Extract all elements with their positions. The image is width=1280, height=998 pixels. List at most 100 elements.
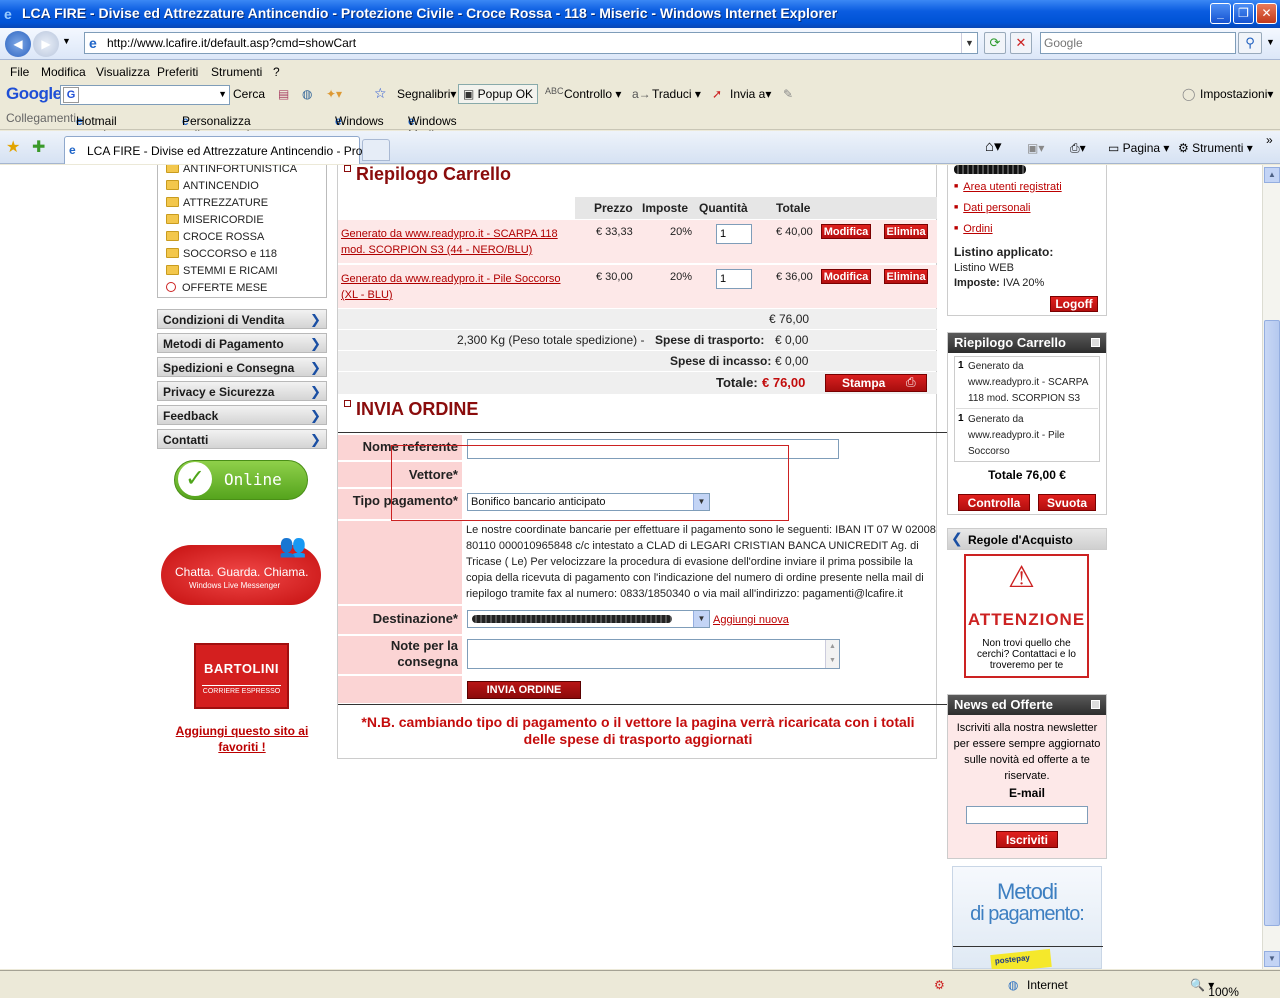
postepay-card: postepay bbox=[990, 948, 1052, 969]
url-dropdown-icon[interactable]: ▼ bbox=[961, 33, 977, 53]
news-icon[interactable]: ▤ bbox=[278, 87, 289, 101]
elimina-button[interactable]: Elimina bbox=[884, 224, 928, 239]
nav-privacy[interactable]: Privacy e Sicurezza ❯ bbox=[157, 381, 327, 401]
impostazioni-button[interactable]: Impostazioni▾ bbox=[1200, 87, 1273, 101]
url-field[interactable]: e ▼ bbox=[84, 32, 978, 54]
nav-spedizioni[interactable]: Spedizioni e Consegna ❯ bbox=[157, 357, 327, 377]
search-input[interactable] bbox=[1044, 34, 1234, 52]
pagina-button[interactable]: ▭ Pagina ▾ bbox=[1108, 141, 1169, 155]
minimize-button[interactable]: _ bbox=[1210, 3, 1231, 24]
star-icon[interactable]: ☆ bbox=[374, 85, 387, 102]
vertical-scrollbar[interactable]: ▲ ▼ bbox=[1262, 165, 1280, 969]
strumenti-button[interactable]: ⚙ Strumenti ▾ bbox=[1178, 141, 1253, 155]
category-item[interactable]: ATTREZZATURE bbox=[166, 197, 268, 209]
globe-icon[interactable]: ◍ bbox=[302, 87, 312, 101]
url-input[interactable] bbox=[107, 35, 947, 51]
category-item[interactable]: SOCCORSO e 118 bbox=[166, 248, 277, 260]
svuota-button[interactable]: Svuota bbox=[1038, 494, 1096, 511]
bartolini-logo[interactable]: BARTOLINI CORRIERE ESPRESSO bbox=[194, 643, 289, 709]
messenger-badge[interactable]: Chatta. Guarda. Chiama. Windows Live Mes… bbox=[161, 533, 323, 613]
aggiungi-nuova-link[interactable]: Aggiungi nuova bbox=[713, 614, 789, 626]
category-item[interactable]: ANTINCENDIO bbox=[166, 180, 259, 192]
segnalibri-button[interactable]: Segnalibri▾ bbox=[397, 87, 456, 101]
maximize-button[interactable]: ❐ bbox=[1233, 3, 1254, 24]
search-icon[interactable]: ⚲ bbox=[1238, 32, 1262, 54]
popup-ok-button[interactable]: ▣ Popup OK bbox=[458, 84, 539, 104]
tab-current[interactable]: e LCA FIRE - Divise ed Attrezzature Anti… bbox=[64, 136, 382, 164]
history-dropdown-icon[interactable]: ▼ bbox=[62, 36, 71, 46]
google-search-combo[interactable]: G ▼ bbox=[60, 85, 230, 105]
back-button[interactable]: ◀ bbox=[5, 31, 31, 57]
add-favorites-link[interactable]: Aggiungi questo sito ai favoriti ! bbox=[167, 723, 317, 755]
search-box[interactable] bbox=[1040, 32, 1236, 54]
attenzione-box[interactable]: ⚠ ATTENZIONE Non trovi quello che cerchi… bbox=[964, 554, 1089, 678]
controlla-button[interactable]: Controlla bbox=[958, 494, 1030, 511]
invia-ordine-button[interactable]: INVIA ORDINE bbox=[467, 681, 581, 699]
regole-header[interactable]: ❮ Regole d'Acquisto bbox=[947, 528, 1107, 550]
new-tab-button[interactable] bbox=[362, 139, 390, 161]
quantity-input[interactable] bbox=[716, 269, 752, 289]
combo-dropdown-icon[interactable]: ▼ bbox=[218, 89, 227, 99]
print-icon[interactable]: ⎙▾ bbox=[1070, 141, 1086, 156]
ordini-link[interactable]: Ordini bbox=[954, 223, 992, 235]
collapse-icon[interactable] bbox=[1091, 700, 1100, 709]
menu-file[interactable]: File bbox=[10, 65, 29, 79]
modifica-button[interactable]: Modifica bbox=[821, 269, 871, 284]
category-item[interactable]: CROCE ROSSA bbox=[166, 231, 264, 243]
scroll-thumb[interactable] bbox=[1264, 320, 1280, 926]
category-item[interactable]: ANTINFORTUNISTICA bbox=[166, 165, 297, 175]
chevron-icon[interactable]: » bbox=[1266, 133, 1273, 147]
controllo-button[interactable]: Controllo ▾ bbox=[564, 87, 621, 101]
elimina-button[interactable]: Elimina bbox=[884, 269, 928, 284]
note-consegna-textarea[interactable]: ▲ ▼ bbox=[467, 639, 840, 669]
category-item[interactable]: STEMMI E RICAMI bbox=[166, 265, 278, 277]
menu-strumenti[interactable]: Strumenti bbox=[211, 65, 262, 79]
online-badge[interactable]: ✓ Online bbox=[174, 460, 310, 510]
iscriviti-button[interactable]: Iscriviti bbox=[996, 831, 1058, 848]
zoom-control[interactable]: 🔍 100% ▾ bbox=[1190, 978, 1239, 998]
stop-button[interactable]: ✕ bbox=[1010, 32, 1032, 54]
product-link[interactable]: Generato da www.readypro.it - Pile Socco… bbox=[341, 271, 571, 303]
close-button[interactable]: ✕ bbox=[1256, 3, 1277, 24]
pencil-icon[interactable]: ✎ bbox=[783, 87, 793, 101]
menu-help[interactable]: ? bbox=[273, 65, 280, 79]
scroll-down-icon[interactable]: ▼ bbox=[1264, 951, 1280, 967]
dati-personali-link[interactable]: Dati personali bbox=[954, 202, 1030, 214]
spellcheck-icon: ABC bbox=[545, 86, 564, 96]
menu-visualizza[interactable]: Visualizza bbox=[96, 65, 150, 79]
category-item[interactable]: OFFERTE MESE bbox=[166, 282, 267, 294]
refresh-button[interactable]: ⟳ bbox=[984, 32, 1006, 54]
menu-modifica[interactable]: Modifica bbox=[41, 65, 86, 79]
product-link[interactable]: Generato da www.readypro.it - SCARPA 118… bbox=[341, 226, 571, 258]
search-options-icon[interactable]: ▼ bbox=[1266, 37, 1275, 47]
privacy-icon[interactable]: ⚙ bbox=[934, 978, 945, 992]
collapse-icon[interactable] bbox=[1091, 338, 1100, 347]
area-utenti-link[interactable]: Area utenti registrati bbox=[954, 181, 1061, 193]
textarea-scrollbar[interactable]: ▲ ▼ bbox=[825, 640, 839, 668]
forward-button[interactable]: ▶ bbox=[33, 31, 59, 57]
quantity-input[interactable] bbox=[716, 224, 752, 244]
favorites-star-icon[interactable]: ★ bbox=[6, 137, 20, 157]
page-viewport: ANTINFORTUNISTICA ANTINCENDIO ATTREZZATU… bbox=[0, 165, 1262, 969]
menu-preferiti[interactable]: Preferiti bbox=[157, 65, 198, 79]
newsletter-email-input[interactable] bbox=[966, 806, 1088, 824]
metodi-pagamento-banner[interactable]: Metodi di pagamento: postepay bbox=[952, 866, 1103, 969]
destinazione-select[interactable]: ▼ bbox=[467, 610, 710, 628]
puzzle-icon[interactable]: ✦▾ bbox=[326, 87, 342, 101]
nav-pagamento[interactable]: Metodi di Pagamento ❯ bbox=[157, 333, 327, 353]
logoff-button[interactable]: Logoff bbox=[1050, 296, 1098, 312]
feeds-icon[interactable]: ▣▾ bbox=[1027, 141, 1044, 155]
nav-condizioni[interactable]: Condizioni di Vendita ❯ bbox=[157, 309, 327, 329]
cerca-button[interactable]: Cerca bbox=[233, 87, 265, 101]
invia-button[interactable]: Invia a▾ bbox=[730, 87, 771, 101]
stampa-button[interactable]: Stampa ⎙ bbox=[825, 374, 927, 392]
category-item[interactable]: MISERICORDIE bbox=[166, 214, 264, 226]
scroll-up-icon[interactable]: ▲ bbox=[1264, 167, 1280, 183]
mini-cart-panel: Riepilogo Carrello 1 Generato da www.rea… bbox=[947, 332, 1107, 515]
add-favorites-icon[interactable]: ✚ bbox=[32, 137, 45, 157]
modifica-button[interactable]: Modifica bbox=[821, 224, 871, 239]
nav-feedback[interactable]: Feedback ❯ bbox=[157, 405, 327, 425]
nav-contatti[interactable]: Contatti ❯ bbox=[157, 429, 327, 449]
home-icon[interactable]: ⌂▾ bbox=[985, 137, 1002, 155]
traduci-button[interactable]: Traduci ▾ bbox=[652, 87, 701, 101]
